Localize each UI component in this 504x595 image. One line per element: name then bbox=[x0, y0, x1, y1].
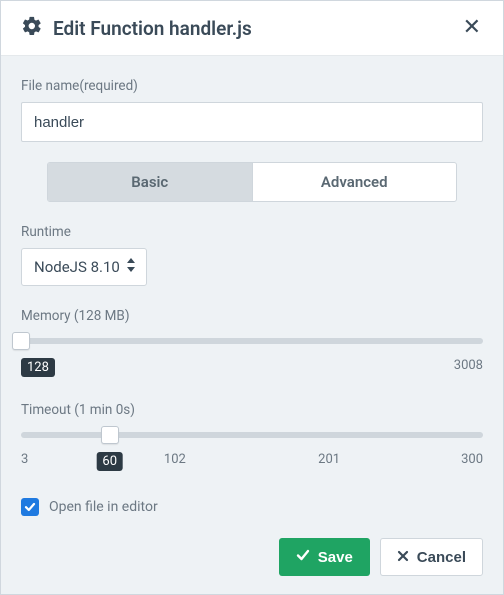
memory-section: Memory (128 MB) 128 3008 bbox=[21, 308, 483, 380]
save-button-label: Save bbox=[318, 549, 353, 566]
open-in-editor-checkbox[interactable] bbox=[21, 498, 39, 516]
modal-header: Edit Function handler.js ✕ bbox=[1, 1, 503, 56]
edit-function-modal: Edit Function handler.js ✕ File name(req… bbox=[0, 0, 504, 595]
close-icon[interactable]: ✕ bbox=[459, 15, 485, 41]
gear-icon bbox=[21, 15, 43, 41]
tab-bar: Basic Advanced bbox=[47, 162, 457, 202]
timeout-value-badge: 60 bbox=[96, 452, 123, 471]
open-in-editor-row: Open file in editor bbox=[21, 498, 483, 516]
memory-track[interactable] bbox=[21, 338, 483, 344]
filename-label: File name(required) bbox=[21, 78, 483, 94]
runtime-label: Runtime bbox=[21, 224, 483, 240]
runtime-selected-value: NodeJS 8.10 bbox=[34, 258, 120, 276]
open-in-editor-label: Open file in editor bbox=[49, 499, 158, 515]
save-button[interactable]: Save bbox=[279, 538, 370, 576]
timeout-track[interactable] bbox=[21, 432, 483, 438]
modal-footer: Save Cancel bbox=[279, 538, 483, 576]
memory-label: Memory (128 MB) bbox=[21, 308, 483, 324]
timeout-section: Timeout (1 min 0s) 3 60 102 201 300 bbox=[21, 402, 483, 474]
tab-basic[interactable]: Basic bbox=[48, 163, 252, 201]
runtime-select[interactable]: NodeJS 8.10 bbox=[21, 248, 147, 286]
memory-slider-thumb[interactable] bbox=[12, 332, 30, 350]
timeout-min-label: 3 bbox=[21, 452, 28, 467]
modal-title: Edit Function handler.js bbox=[53, 17, 459, 40]
timeout-label: Timeout (1 min 0s) bbox=[21, 402, 483, 418]
timeout-max-label: 300 bbox=[461, 452, 483, 467]
sort-icon bbox=[126, 258, 136, 276]
cancel-button[interactable]: Cancel bbox=[380, 538, 483, 576]
filename-input[interactable] bbox=[21, 102, 483, 142]
memory-value-badge: 128 bbox=[21, 358, 55, 377]
timeout-tick-201: 201 bbox=[318, 452, 340, 467]
checkmark-icon bbox=[296, 548, 310, 566]
x-icon bbox=[397, 549, 409, 566]
timeout-slider-thumb[interactable] bbox=[101, 426, 119, 444]
tab-advanced[interactable]: Advanced bbox=[252, 163, 457, 201]
runtime-section: Runtime NodeJS 8.10 bbox=[21, 224, 483, 286]
timeout-tick-102: 102 bbox=[164, 452, 186, 467]
modal-body: File name(required) Basic Advanced Runti… bbox=[1, 56, 503, 594]
memory-max-label: 3008 bbox=[454, 358, 483, 373]
cancel-button-label: Cancel bbox=[417, 549, 466, 566]
